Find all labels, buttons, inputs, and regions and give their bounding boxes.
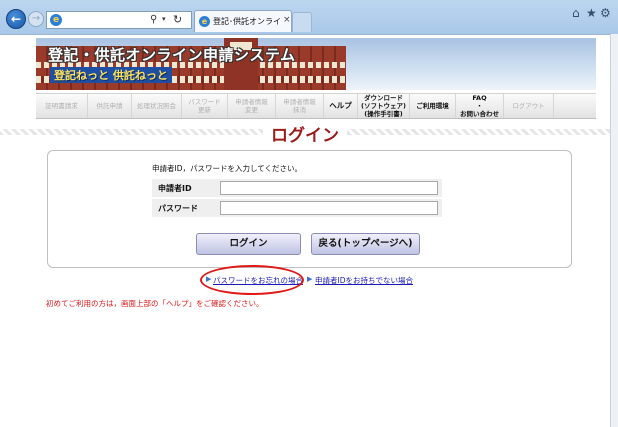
menu-applicant-delete[interactable]: 申請者情報 抹消	[276, 94, 324, 118]
password-row: パスワード	[152, 199, 442, 217]
ie-icon: e	[199, 16, 210, 27]
ie-icon: e	[50, 14, 62, 26]
browser-toolbar: ← → e ⚲ ▾ ↻ e 登記･供託オンライン申請シス... × ⌂ ★ ⚙	[0, 0, 618, 34]
menu-deposit-application[interactable]: 供託申請	[88, 94, 132, 118]
new-tab-button[interactable]	[292, 12, 312, 32]
menu-applicant-change[interactable]: 申請者情報 変更	[228, 94, 276, 118]
menu-certificate-request[interactable]: 証明書請求	[36, 94, 88, 118]
menu-faq[interactable]: FAQ ・ お問い合わせ	[456, 94, 504, 118]
arrow-right-icon: ▶	[307, 275, 313, 283]
vertical-scrollbar[interactable]	[610, 34, 618, 427]
main-menu: 証明書請求 供託申請 処理状況照会 パスワード 更新 申請者情報 変更 申請者情報 抹消ヘ…	[36, 93, 596, 119]
password-input[interactable]	[220, 201, 438, 215]
id-row: 申請者ID	[152, 179, 442, 197]
menu-logout[interactable]: ログアウト	[504, 94, 554, 118]
back-icon[interactable]: ←	[6, 9, 26, 29]
highlight-annotation	[200, 265, 304, 295]
menu-password-update[interactable]: パスワード 更新	[182, 94, 228, 118]
browser-tab[interactable]: e 登記･供託オンライン申請シス... ×	[194, 10, 292, 32]
close-icon[interactable]: ×	[283, 15, 291, 25]
menu-help[interactable]: ヘルプ	[324, 94, 358, 118]
menu-status-inquiry[interactable]: 処理状況照会	[132, 94, 182, 118]
page-content: 登記・供託オンライン申請システム 登記ねっと 供託ねっと 証明書請求 供託申請 処理…	[0, 34, 610, 427]
applicant-id-input[interactable]	[220, 181, 438, 195]
login-form: 申請者ID，パスワードを入力してください。 申請者ID パスワード ログイン 戻…	[47, 150, 572, 268]
home-icon[interactable]: ⌂	[572, 6, 580, 20]
search-icon[interactable]: ⚲	[150, 14, 157, 25]
login-instruction: 申請者ID，パスワードを入力してください。	[152, 164, 303, 173]
page-title: ログイン	[0, 121, 610, 146]
site-subtitle: 登記ねっと 供託ねっと	[50, 67, 172, 83]
refresh-icon[interactable]: ↻	[173, 13, 182, 26]
menu-download[interactable]: ダウンロード (ソフトウェア) (操作手引書)	[358, 94, 410, 118]
login-button[interactable]: ログイン	[196, 233, 301, 255]
site-title: 登記・供託オンライン申請システム	[48, 46, 296, 64]
no-id-link[interactable]: 申請者IDをお持ちでない場合	[315, 275, 413, 286]
site-banner: 登記・供託オンライン申請システム 登記ねっと 供託ねっと	[36, 38, 596, 90]
gear-icon[interactable]: ⚙	[600, 6, 611, 20]
help-notice: 初めてご利用の方は，画面上部の「ヘルプ」をご確認ください。	[46, 299, 264, 308]
forward-icon[interactable]: →	[28, 11, 44, 27]
chevron-down-icon[interactable]: ▾	[162, 15, 166, 23]
back-to-top-button[interactable]: 戻る(トップページへ)	[311, 233, 420, 255]
tab-title: 登記･供託オンライン申請シス...	[213, 17, 281, 26]
menu-environment[interactable]: ご利用環境	[410, 94, 456, 118]
id-label: 申請者ID	[158, 184, 192, 193]
star-icon[interactable]: ★	[586, 6, 597, 20]
address-bar[interactable]: e	[46, 11, 192, 29]
password-label: パスワード	[158, 204, 198, 213]
